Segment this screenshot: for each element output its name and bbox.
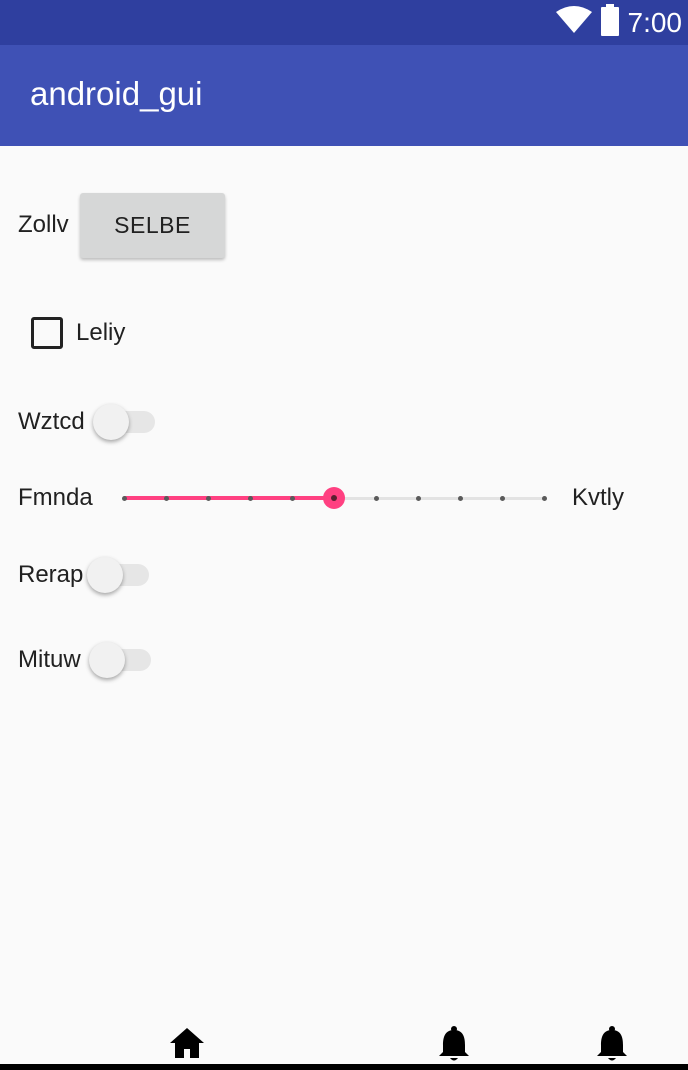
bell-icon[interactable] (436, 1025, 472, 1063)
selbe-button[interactable]: SELBE (80, 193, 225, 258)
bell-icon[interactable] (594, 1025, 630, 1063)
wifi-icon (555, 6, 592, 39)
slider-progress (124, 496, 334, 500)
slider-tick (248, 496, 253, 501)
slider-right-label: Kvtly (572, 484, 625, 511)
leliy-checkbox[interactable] (31, 317, 63, 349)
slider-tick (416, 496, 421, 501)
slider-tick (290, 496, 295, 501)
switch-thumb[interactable] (89, 642, 125, 678)
slider-thumb[interactable] (323, 487, 345, 509)
switch-2-label: Rerap (18, 561, 84, 588)
button-row-label: Zollv (18, 211, 69, 238)
slider-tick (206, 496, 211, 501)
slider-left-label: Fmnda (18, 484, 93, 511)
slider-tick (122, 496, 127, 501)
status-icons: 7:00 (555, 0, 683, 45)
status-bar: 7:00 (0, 0, 688, 45)
slider-tick (500, 496, 505, 501)
seek-slider[interactable] (122, 486, 547, 510)
switch-3-label: Mituw (18, 646, 81, 673)
slider-tick (542, 496, 547, 501)
switch-1-label: Wztcd (18, 408, 85, 435)
slider-tick (458, 496, 463, 501)
app-title: android_gui (30, 75, 203, 112)
home-icon[interactable] (169, 1025, 205, 1063)
slider-tick (374, 496, 379, 501)
checkbox-label[interactable]: Leliy (76, 319, 125, 347)
battery-icon (600, 4, 620, 41)
switch-thumb[interactable] (93, 404, 129, 440)
switch-thumb[interactable] (87, 557, 123, 593)
status-time: 7:00 (627, 6, 683, 38)
slider-tick (164, 496, 169, 501)
app-bar: android_gui (0, 45, 688, 146)
navigation-bar-edge (0, 1064, 688, 1070)
